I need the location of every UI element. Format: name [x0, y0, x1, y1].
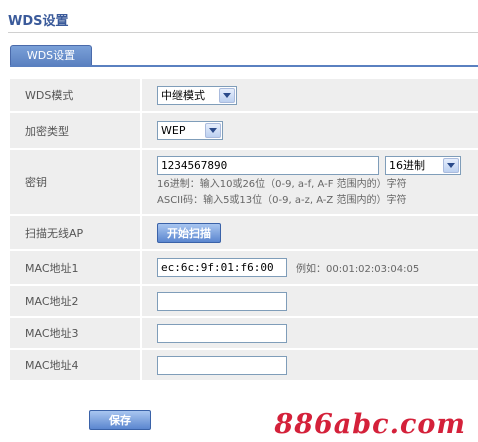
row-scan: 扫描无线AP 开始扫描 [10, 216, 478, 249]
row-mac1: MAC地址1 ec:6c:9f:01:f6:00 例如：00:01:02:03:… [10, 251, 478, 284]
key-format-value: 16进制 [389, 159, 425, 172]
mac1-label: MAC地址1 [10, 251, 140, 284]
wds-mode-select[interactable]: 中继模式 [157, 85, 237, 105]
row-mac2: MAC地址2 [10, 286, 478, 316]
chevron-down-icon [443, 157, 459, 173]
watermark: 886abc.com [274, 409, 466, 440]
mac2-input[interactable] [157, 291, 287, 311]
save-button[interactable]: 保存 [89, 410, 151, 430]
encryption-select[interactable]: WEP [157, 121, 223, 140]
mac1-input[interactable]: ec:6c:9f:01:f6:00 [157, 258, 287, 277]
mac4-label: MAC地址4 [10, 350, 140, 380]
chevron-down-icon [219, 87, 235, 103]
tab-divider [10, 65, 478, 67]
start-scan-button[interactable]: 开始扫描 [157, 222, 221, 243]
row-mac3: MAC地址3 [10, 318, 478, 348]
wds-form: WDS模式 中继模式 加密类型 WEP 密钥 1234567890 16进制 1… [10, 79, 478, 380]
page-title: WDS设置 [8, 14, 69, 29]
mac3-label: MAC地址3 [10, 318, 140, 348]
key-hint-ascii: ASCII码：输入5或13位（0-9, a-z, A-Z 范围内的）字符 [157, 194, 407, 206]
row-mac4: MAC地址4 [10, 350, 478, 380]
title-divider [8, 32, 478, 33]
scan-label: 扫描无线AP [10, 216, 140, 249]
encryption-value: WEP [161, 124, 186, 137]
key-label: 密钥 [10, 150, 140, 214]
key-hint-hex: 16进制：输入10或26位（0-9, a-f, A-F 范围内的）字符 [157, 178, 407, 190]
row-encryption: 加密类型 WEP [10, 113, 478, 148]
mac4-input[interactable] [157, 355, 287, 375]
mac-example: 例如：00:01:02:03:04:05 [296, 264, 420, 275]
row-wds-mode: WDS模式 中继模式 [10, 79, 478, 111]
encryption-label: 加密类型 [10, 113, 140, 148]
mac2-label: MAC地址2 [10, 286, 140, 316]
chevron-down-icon [205, 123, 221, 138]
key-format-select[interactable]: 16进制 [385, 155, 461, 175]
wds-mode-label: WDS模式 [10, 79, 140, 111]
tab-wds-settings[interactable]: WDS设置 [10, 45, 92, 66]
wds-mode-value: 中继模式 [161, 89, 205, 102]
key-input[interactable]: 1234567890 [157, 155, 379, 175]
row-key: 密钥 1234567890 16进制 16进制：输入10或26位（0-9, a-… [10, 150, 478, 214]
mac3-input[interactable] [157, 323, 287, 343]
